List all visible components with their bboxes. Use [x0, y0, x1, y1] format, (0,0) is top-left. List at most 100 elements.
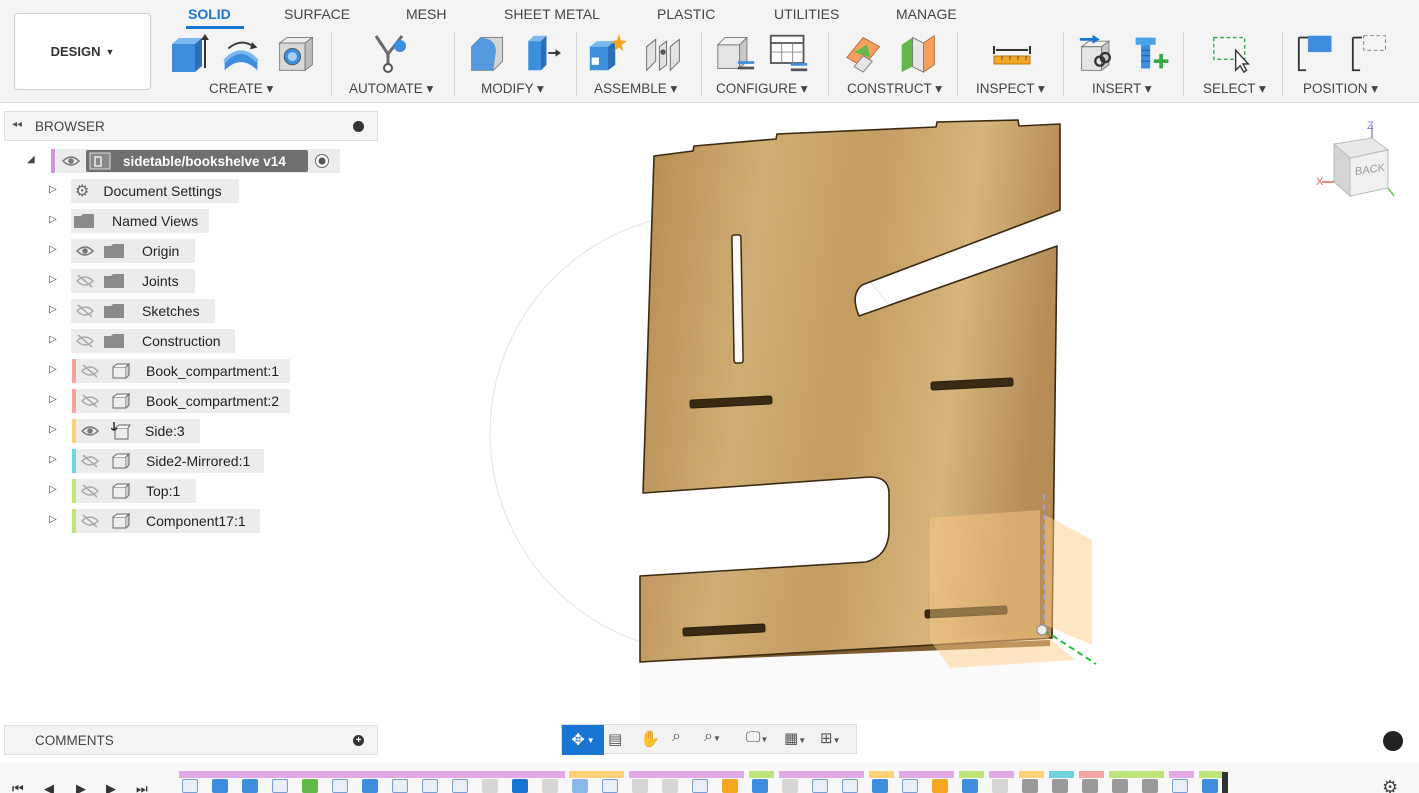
configure-menu[interactable]: CONFIGURE ▾ — [716, 81, 808, 97]
pan-icon[interactable]: ✋ — [640, 729, 660, 749]
timeline-feature-icon[interactable] — [272, 779, 288, 793]
eye-hidden-icon[interactable] — [76, 304, 94, 318]
timeline-feature-icon[interactable] — [752, 779, 768, 793]
assemble-menu[interactable]: ASSEMBLE ▾ — [594, 81, 677, 97]
eye-hidden-icon[interactable] — [76, 274, 94, 288]
expand-book-compartment-2[interactable]: ▷ — [49, 394, 57, 405]
timeline-feature-icon[interactable] — [332, 779, 348, 793]
eye-icon[interactable] — [81, 425, 99, 437]
timeline-feature-icon[interactable] — [872, 779, 888, 793]
browser-item-book-compartment-2[interactable]: Book_compartment:2 — [76, 389, 290, 413]
expand-joints[interactable]: ▷ — [49, 274, 57, 285]
expand-book-compartment-1[interactable]: ▷ — [49, 364, 57, 375]
timeline-feature-icon[interactable] — [632, 779, 648, 793]
activate-radio-icon[interactable] — [314, 153, 330, 169]
expand-named-views[interactable]: ▷ — [49, 214, 57, 225]
timeline-feature-icon[interactable] — [782, 779, 798, 793]
insert-menu[interactable]: INSERT ▾ — [1092, 81, 1152, 97]
timeline-feature-icon[interactable] — [1142, 779, 1158, 793]
viewports-icon[interactable]: ⊞▼ — [820, 729, 841, 747]
browser-item-joints[interactable]: Joints — [71, 269, 195, 293]
configure-icon[interactable] — [716, 32, 756, 74]
midplane-icon[interactable] — [898, 32, 938, 74]
eye-hidden-icon[interactable] — [81, 394, 99, 408]
orbit-icon[interactable]: ✥ ▼ — [562, 725, 604, 755]
tab-plastic[interactable]: PLASTIC — [657, 6, 715, 22]
timeline-feature-icon[interactable] — [362, 779, 378, 793]
timeline-feature-icon[interactable] — [1112, 779, 1128, 793]
browser-item-document-settings[interactable]: ⚙ Document Settings — [71, 179, 239, 203]
measure-icon[interactable] — [992, 32, 1032, 74]
position-menu[interactable]: POSITION ▾ — [1303, 81, 1378, 97]
create-menu[interactable]: CREATE ▾ — [209, 81, 273, 97]
timeline-forward-icon[interactable]: ▶ — [106, 781, 116, 793]
timeline-feature-icon[interactable] — [512, 779, 528, 793]
insert-mcmaster-icon[interactable] — [1132, 32, 1172, 74]
eye-hidden-icon[interactable] — [76, 334, 94, 348]
tab-utilities[interactable]: UTILITIES — [774, 6, 839, 22]
browser-root-item[interactable]: sidetable/bookshelve v14 — [56, 149, 340, 173]
browser-item-origin[interactable]: Origin — [71, 239, 195, 263]
offset-plane-icon[interactable] — [845, 32, 885, 74]
browser-item-construction[interactable]: Construction — [71, 329, 235, 353]
joint-icon[interactable] — [643, 32, 683, 74]
browser-item-book-compartment-1[interactable]: Book_compartment:1 — [76, 359, 290, 383]
configure-table-icon[interactable] — [769, 32, 809, 74]
comments-panel[interactable]: COMMENTS + — [4, 725, 378, 755]
panel-options-icon[interactable] — [353, 121, 364, 132]
expand-side-3[interactable]: ▷ — [49, 424, 57, 435]
expand-top-1[interactable]: ▷ — [49, 484, 57, 495]
expand-sketches[interactable]: ▷ — [49, 304, 57, 315]
workspace-switcher[interactable]: DESIGN ▼ — [14, 13, 151, 90]
revolve-icon[interactable] — [221, 32, 261, 74]
timeline-feature-icon[interactable] — [212, 779, 228, 793]
insert-derive-icon[interactable] — [1078, 32, 1118, 74]
timeline-feature-icon[interactable] — [422, 779, 438, 793]
timeline-start-icon[interactable]: ⏮ — [12, 781, 24, 793]
browser-item-named-views[interactable]: Named Views — [71, 209, 209, 233]
browser-item-component17-1[interactable]: Component17:1 — [76, 509, 260, 533]
timeline-feature-icon[interactable] — [482, 779, 498, 793]
timeline-feature-icon[interactable] — [602, 779, 618, 793]
zoom-icon[interactable]: ⌕ — [672, 728, 681, 746]
timeline-feature-icon[interactable] — [692, 779, 708, 793]
timeline-feature-icon[interactable] — [662, 779, 678, 793]
data-panel-icon[interactable] — [1383, 731, 1403, 751]
eye-icon[interactable] — [62, 155, 80, 167]
collapse-panel-icon[interactable]: ◂◂ — [12, 119, 22, 130]
add-comment-icon[interactable]: + — [353, 735, 364, 746]
timeline-feature-icon[interactable] — [542, 779, 558, 793]
eye-hidden-icon[interactable] — [81, 484, 99, 498]
tab-surface[interactable]: SURFACE — [284, 6, 350, 22]
construct-menu[interactable]: CONSTRUCT ▾ — [847, 81, 942, 97]
timeline-feature-icon[interactable] — [962, 779, 978, 793]
eye-hidden-icon[interactable] — [81, 454, 99, 468]
tab-manage[interactable]: MANAGE — [896, 6, 957, 22]
browser-item-side-3[interactable]: Side:3 — [76, 419, 200, 443]
timeline-feature-icon[interactable] — [932, 779, 948, 793]
timeline-feature-icon[interactable] — [182, 779, 198, 793]
timeline-play-icon[interactable]: ▶ — [76, 781, 86, 793]
timeline-marker[interactable] — [1222, 772, 1228, 793]
browser-item-sketches[interactable]: Sketches — [71, 299, 215, 323]
browser-item-top-1[interactable]: Top:1 — [76, 479, 196, 503]
automate-menu[interactable]: AUTOMATE ▾ — [349, 81, 433, 97]
new-component-icon[interactable] — [588, 32, 628, 74]
timeline-feature-icon[interactable] — [572, 779, 588, 793]
timeline-settings-gear-icon[interactable]: ⚙ — [1382, 777, 1398, 793]
fillet-icon[interactable] — [521, 32, 561, 74]
look-at-icon[interactable]: ▤ — [608, 730, 622, 748]
inspect-menu[interactable]: INSPECT ▾ — [976, 81, 1045, 97]
view-cube[interactable]: BACK Z X — [1316, 120, 1396, 200]
hole-icon[interactable] — [276, 32, 316, 74]
timeline-feature-icon[interactable] — [722, 779, 738, 793]
expand-construction[interactable]: ▷ — [49, 334, 57, 345]
expand-origin[interactable]: ▷ — [49, 244, 57, 255]
timeline-end-icon[interactable]: ⏭ — [136, 781, 148, 793]
eye-hidden-icon[interactable] — [81, 364, 99, 378]
timeline-feature-icon[interactable] — [302, 779, 318, 793]
expand-document-settings[interactable]: ▷ — [49, 184, 57, 195]
browser-panel-header[interactable]: ◂◂ BROWSER — [4, 111, 378, 141]
timeline-feature-icon[interactable] — [1172, 779, 1188, 793]
3d-viewport[interactable] — [380, 104, 1419, 720]
